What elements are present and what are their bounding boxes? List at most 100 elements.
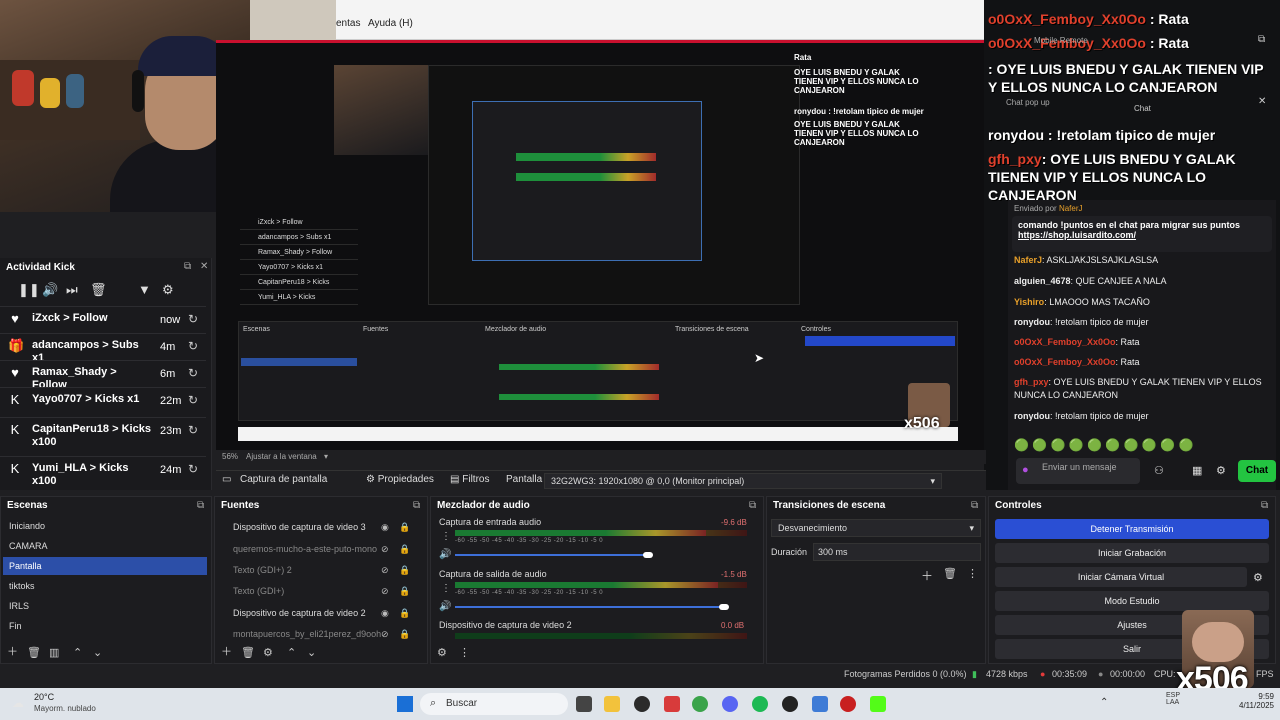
gear-icon[interactable]: ⚙ xyxy=(263,646,273,659)
chat-user[interactable]: o0OxX_Femboy_Xx0Oo xyxy=(1014,357,1116,367)
close-icon[interactable]: ✕ xyxy=(200,261,208,272)
popout-icon[interactable]: ⧉ xyxy=(184,261,191,272)
weather-widget[interactable]: ☁ 20°C Mayorm. nublado xyxy=(8,692,128,716)
lock-icon[interactable]: 🔒 xyxy=(399,518,410,536)
chat-user[interactable]: NaferJ xyxy=(1014,255,1042,265)
language-indicator[interactable]: ESP LAA xyxy=(1166,692,1180,706)
chat-input[interactable]: Enviar un mensaje xyxy=(1016,458,1140,484)
kick-icon[interactable] xyxy=(870,696,886,712)
obs-icon[interactable] xyxy=(782,696,798,712)
popout-icon[interactable]: ⧉ xyxy=(749,500,756,511)
scene-item[interactable]: Fin xyxy=(3,617,207,635)
taskbar-search[interactable]: ⌕ Buscar xyxy=(420,693,568,715)
popout-icon[interactable]: ⧉ xyxy=(413,500,420,511)
trash-icon[interactable]: 🗑 xyxy=(943,567,957,580)
chevron-up-icon[interactable]: ⌃ xyxy=(1100,697,1108,708)
mic-icon[interactable]: ● xyxy=(1022,464,1029,476)
duration-field[interactable]: 300 ms xyxy=(813,543,981,561)
trash-icon[interactable]: 🗑 xyxy=(90,282,107,298)
display-select[interactable]: 32G2WG3: 1920x1080 @ 0,0 (Monitor princi… xyxy=(544,473,942,489)
chat-user[interactable]: Yishiro xyxy=(1014,297,1044,307)
popout-icon[interactable]: ⧉ xyxy=(197,500,204,511)
scene-item-selected[interactable]: Pantalla xyxy=(3,557,207,575)
speaker-icon[interactable]: 🔊 xyxy=(439,601,451,612)
replay-icon[interactable]: ↻ xyxy=(188,366,198,380)
app-icon[interactable] xyxy=(634,696,650,712)
move-up-icon[interactable]: ⌃ xyxy=(73,646,82,659)
spotify-icon[interactable] xyxy=(752,696,768,712)
app-icon[interactable] xyxy=(664,696,680,712)
lock-icon[interactable]: 🔒 xyxy=(399,604,410,622)
chevron-down-icon[interactable]: ▾ xyxy=(324,452,328,461)
mixer-settings-icon[interactable]: ⚙ xyxy=(437,646,447,659)
popout-icon[interactable]: ⧉ xyxy=(971,500,978,511)
lock-icon[interactable]: 🔒 xyxy=(399,561,410,579)
users-icon[interactable]: ⚇ xyxy=(1154,464,1164,477)
preview-canvas[interactable]: Rata OYE LUIS BNEDU Y GALAK TIENEN VIP Y… xyxy=(216,40,986,450)
replay-icon[interactable]: ↻ xyxy=(188,312,198,326)
more-vertical-icon[interactable]: ⋮ xyxy=(441,531,451,542)
skip-icon[interactable]: ⏭ xyxy=(66,282,78,298)
filters-button[interactable]: ▤ Filtros xyxy=(450,474,489,485)
pause-icon[interactable]: ❚❚ xyxy=(18,282,40,298)
more-vertical-icon[interactable]: ⋮ xyxy=(441,583,451,594)
filter-icon[interactable]: ▥ xyxy=(49,646,59,659)
chat-user[interactable]: ronydou xyxy=(1014,317,1050,327)
gear-icon[interactable]: ⚙ xyxy=(162,282,174,298)
lock-icon[interactable]: 🔒 xyxy=(399,540,410,558)
volume-knob-0[interactable] xyxy=(643,552,653,558)
file-explorer-icon[interactable] xyxy=(604,696,620,712)
fit-to-window[interactable]: Ajustar a la ventana xyxy=(246,452,317,461)
eye-off-icon[interactable]: ⊘ xyxy=(381,561,389,579)
replay-icon[interactable]: ↻ xyxy=(188,423,198,437)
emote-row[interactable]: 🟢 🟢 🟢 🟢 🟢 🟢 🟢 🟢 🟢 🟢 xyxy=(1014,438,1193,452)
filter-icon[interactable]: ▼ xyxy=(138,282,151,297)
add-icon[interactable]: ＋ xyxy=(221,643,232,659)
popout-icon[interactable]: ⧉ xyxy=(1258,34,1265,45)
pinned-message[interactable]: comando !puntos en el chat para migrar s… xyxy=(1012,216,1272,252)
volume-slider-1[interactable] xyxy=(455,606,724,608)
volume-slider-0[interactable] xyxy=(455,554,648,556)
source-item[interactable]: queremos-mucho-a-este-puto-mono ⊘ 🔒 xyxy=(219,540,417,558)
scene-item[interactable]: CAMARA xyxy=(3,537,207,555)
replay-icon[interactable]: ↻ xyxy=(188,339,198,353)
eye-icon[interactable]: ◉ xyxy=(381,518,389,536)
windows-start-icon[interactable] xyxy=(397,696,413,712)
popout-icon[interactable]: ⧉ xyxy=(1261,500,1268,511)
clock[interactable]: 9:59 4/11/2025 xyxy=(1218,692,1274,710)
scene-item[interactable]: Iniciando xyxy=(3,517,207,535)
store-icon[interactable]: ▦ xyxy=(1192,464,1202,477)
start-virtual-camera-button[interactable]: Iniciar Cámara Virtual xyxy=(995,567,1247,587)
app-icon[interactable] xyxy=(840,696,856,712)
add-icon[interactable]: ＋ xyxy=(7,643,18,659)
trash-icon[interactable]: 🗑 xyxy=(27,646,41,659)
eye-off-icon[interactable]: ⊘ xyxy=(381,625,389,643)
more-vertical-icon[interactable]: ⋮ xyxy=(459,646,470,659)
menu-item-help[interactable]: Ayuda (H) xyxy=(368,18,413,29)
menu-item[interactable]: entas xyxy=(336,18,360,29)
chat-user[interactable]: o0OxX_Femboy_Xx0Oo xyxy=(1014,337,1116,347)
scene-item[interactable]: tiktoks xyxy=(3,577,207,595)
taskview-icon[interactable] xyxy=(576,696,592,712)
gear-icon[interactable]: ⚙ xyxy=(1253,571,1263,584)
settings-icon[interactable]: ⚙ xyxy=(1216,464,1226,477)
lock-icon[interactable]: 🔒 xyxy=(399,582,410,600)
pinned-link[interactable]: https://shop.luisardito.com/ xyxy=(1018,230,1266,240)
eye-off-icon[interactable]: ⊘ xyxy=(381,540,389,558)
stop-streaming-button[interactable]: Detener Transmisión xyxy=(995,519,1269,539)
volume-knob-1[interactable] xyxy=(719,604,729,610)
chat-user[interactable]: alguien_4678 xyxy=(1014,276,1071,286)
more-vertical-icon[interactable]: ⋮ xyxy=(967,567,978,580)
source-item[interactable]: montapuercos_by_eli21perez_d9ooh ⊘ 🔒 xyxy=(219,625,417,643)
chat-user[interactable]: gfh_pxy xyxy=(1014,377,1049,387)
replay-icon[interactable]: ↻ xyxy=(188,393,198,407)
source-item[interactable]: Texto (GDI+) 2 ⊘ 🔒 xyxy=(219,561,417,579)
chat-user[interactable]: ronydou xyxy=(1014,411,1050,421)
source-item[interactable]: Texto (GDI+) ⊘ 🔒 xyxy=(219,582,417,600)
move-down-icon[interactable]: ⌄ xyxy=(307,646,316,659)
app-icon[interactable] xyxy=(812,696,828,712)
move-down-icon[interactable]: ⌄ xyxy=(93,646,102,659)
move-up-icon[interactable]: ⌃ xyxy=(287,646,296,659)
replay-icon[interactable]: ↻ xyxy=(188,462,198,476)
properties-button[interactable]: ⚙ Propiedades xyxy=(366,474,434,485)
